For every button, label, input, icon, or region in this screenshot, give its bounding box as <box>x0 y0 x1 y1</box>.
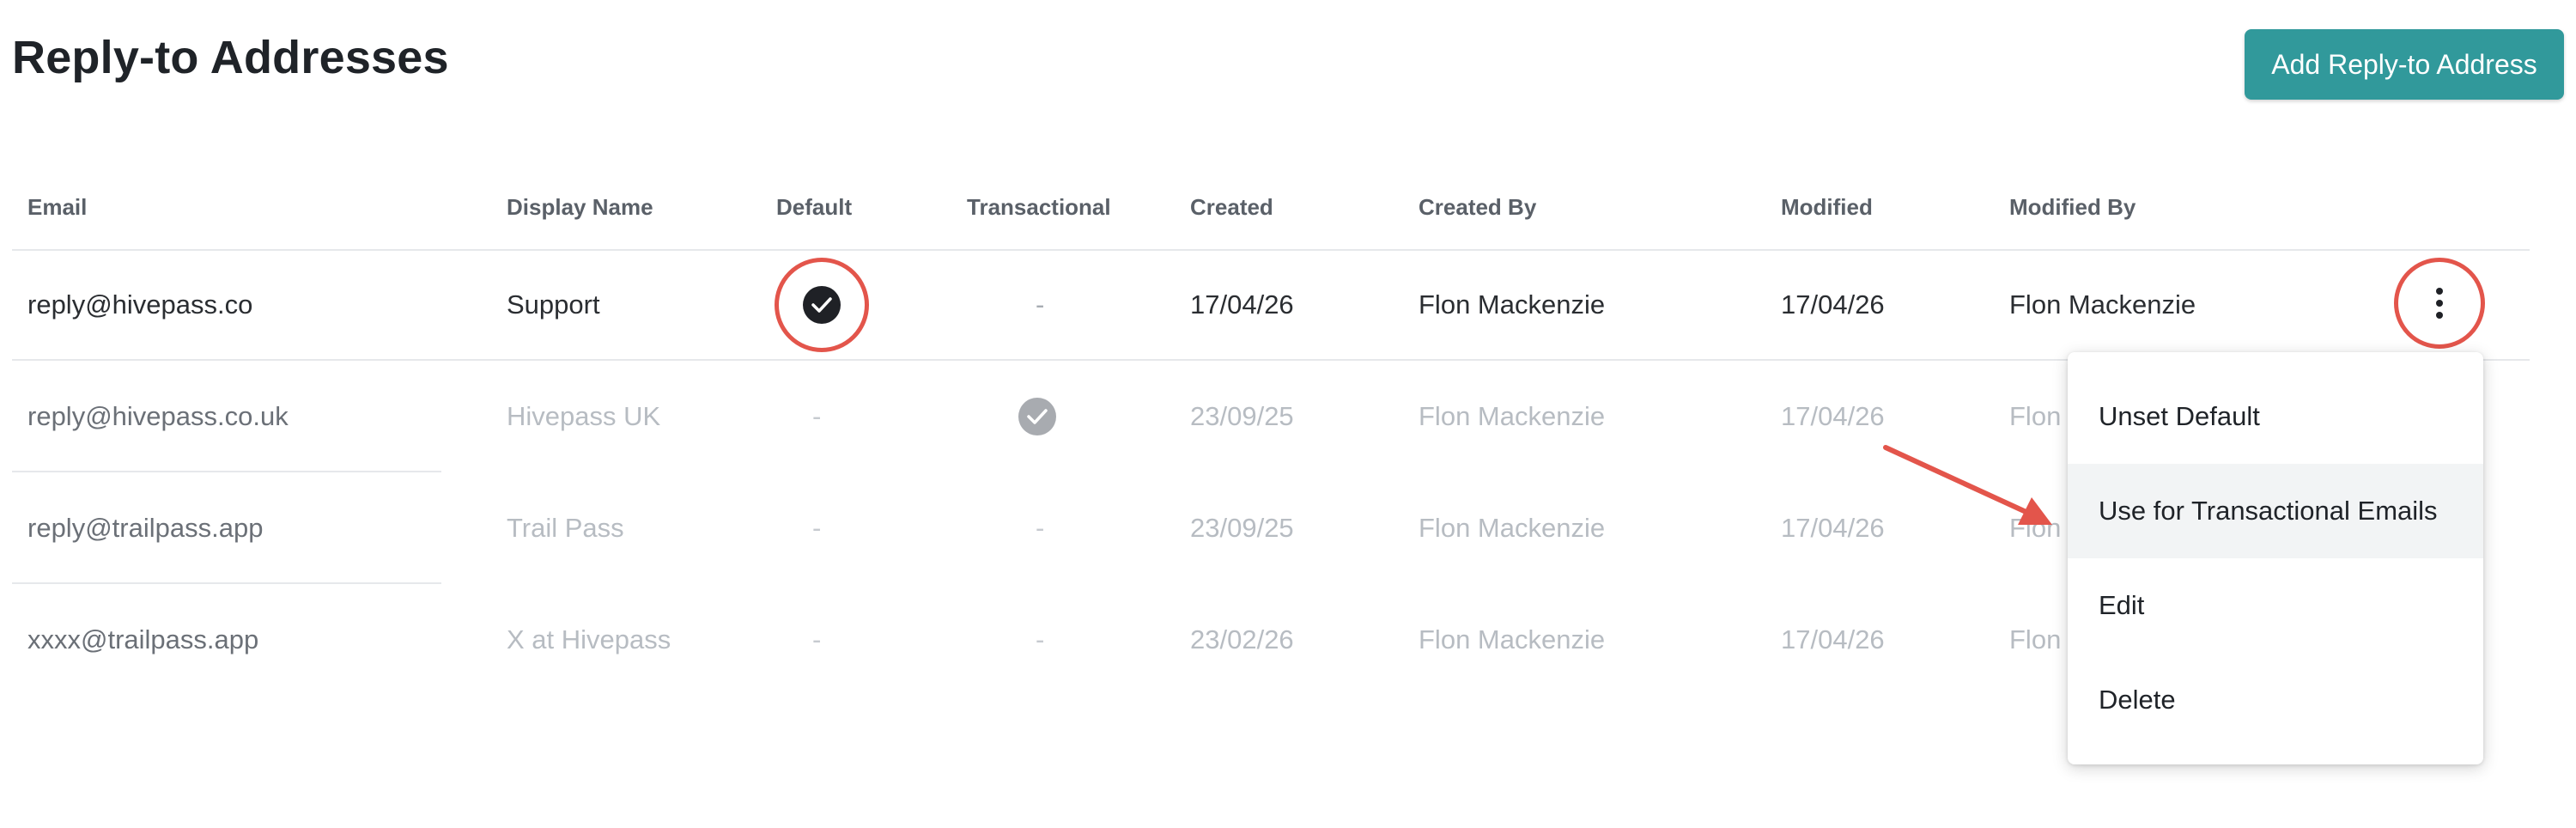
check-circle-icon[interactable] <box>803 286 841 324</box>
cell-email: xxxx@trailpass.app <box>27 624 259 654</box>
row-actions-button[interactable] <box>2394 258 2485 349</box>
default-check-highlight <box>775 258 869 352</box>
cell-display-name: Support <box>507 289 600 320</box>
cell-default: - <box>812 401 822 431</box>
column-header-email[interactable]: Email <box>27 194 87 221</box>
cell-created: 23/09/25 <box>1190 513 1294 543</box>
arrow-right-icon <box>1883 445 2052 525</box>
cell-email: reply@trailpass.app <box>27 513 264 543</box>
column-header-modified[interactable]: Modified <box>1781 194 1873 221</box>
cell-email: reply@hivepass.co.uk <box>27 401 289 431</box>
cell-modified: 17/04/26 <box>1781 289 1885 320</box>
column-header-display-name[interactable]: Display Name <box>507 194 653 221</box>
cell-modified: 17/04/26 <box>1781 513 1885 543</box>
cell-transactional <box>1018 361 1056 472</box>
table-row[interactable]: reply@hivepass.co Support - 17/04/26 Flo… <box>12 249 2530 361</box>
cell-display-name: Hivepass UK <box>507 401 661 431</box>
check-circle-icon[interactable] <box>1018 398 1056 435</box>
cell-transactional: - <box>1036 624 1045 654</box>
table-header: Email Display Name Default Transactional… <box>12 163 2530 251</box>
menu-item-unset-default[interactable]: Unset Default <box>2068 369 2483 464</box>
cell-default: - <box>812 624 822 654</box>
column-header-default[interactable]: Default <box>776 194 852 221</box>
cell-transactional: - <box>1036 289 1045 320</box>
cell-display-name: Trail Pass <box>507 513 624 543</box>
add-reply-to-address-button[interactable]: Add Reply-to Address <box>2245 29 2564 100</box>
cell-created-by: Flon Mackenzie <box>1419 513 1606 543</box>
row-actions-menu: Unset Default Use for Transactional Emai… <box>2068 352 2483 764</box>
cell-created: 17/04/26 <box>1190 289 1294 320</box>
column-header-created[interactable]: Created <box>1190 194 1273 221</box>
cell-display-name: X at Hivepass <box>507 624 671 654</box>
cell-created-by: Flon Mackenzie <box>1419 624 1606 654</box>
page-title: Reply-to Addresses <box>12 32 449 83</box>
column-header-created-by[interactable]: Created By <box>1419 194 1536 221</box>
cell-email: reply@hivepass.co <box>27 289 253 320</box>
cell-modified: 17/04/26 <box>1781 624 1885 654</box>
column-header-transactional[interactable]: Transactional <box>967 194 1111 221</box>
cell-created-by: Flon Mackenzie <box>1419 289 1606 320</box>
more-vertical-icon <box>2436 288 2443 319</box>
cell-created: 23/02/26 <box>1190 624 1294 654</box>
cell-transactional: - <box>1036 513 1045 543</box>
cell-created: 23/09/25 <box>1190 401 1294 431</box>
cell-modified: 17/04/26 <box>1781 401 1885 431</box>
cell-created-by: Flon Mackenzie <box>1419 401 1606 431</box>
column-header-modified-by[interactable]: Modified By <box>2009 194 2136 221</box>
menu-item-edit[interactable]: Edit <box>2068 558 2483 653</box>
cell-modified-by: Flon Mackenzie <box>2009 289 2196 320</box>
menu-item-delete[interactable]: Delete <box>2068 653 2483 747</box>
cell-default: - <box>812 513 822 543</box>
cell-modified-by: Flon <box>2009 624 2062 654</box>
menu-item-use-for-transactional[interactable]: Use for Transactional Emails <box>2068 464 2483 558</box>
